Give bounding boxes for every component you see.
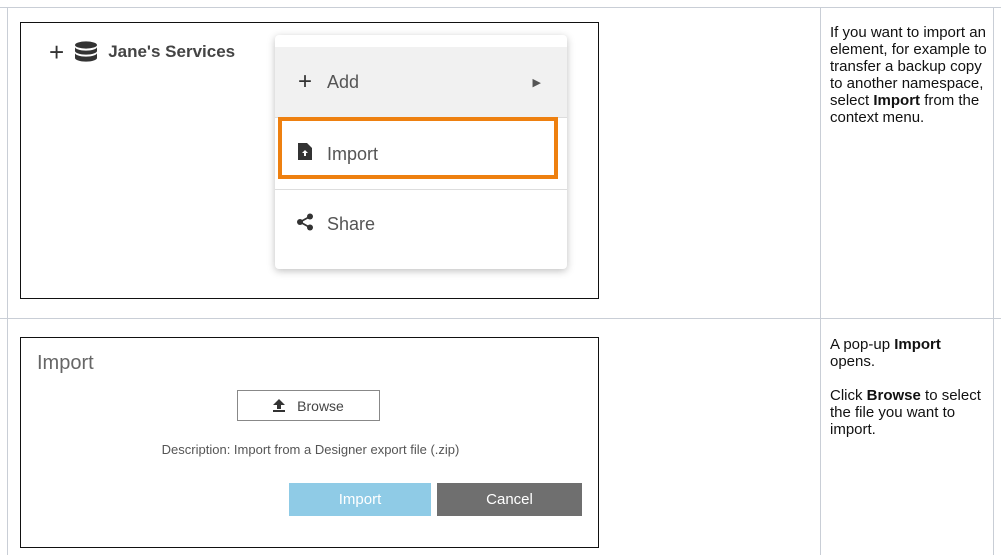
browse-label: Browse — [297, 397, 344, 414]
table-right-border — [993, 7, 994, 555]
upload-icon — [273, 399, 286, 412]
import-dialog-screenshot: Import Browse Description: Import from a… — [20, 337, 599, 548]
cancel-button[interactable]: Cancel — [437, 483, 582, 516]
table-left-border — [7, 7, 8, 555]
context-menu-screenshot: + Jane's Services + Add ▶ Import Share — [20, 22, 599, 299]
note-bold-browse: Browse — [866, 387, 921, 404]
menu-item-label: Share — [327, 213, 376, 234]
dialog-description: Description: Import from a Designer expo… — [161, 442, 460, 457]
note-bold-import: Import — [894, 336, 941, 353]
browse-button[interactable]: Browse — [237, 390, 380, 421]
note-bold-import: Import — [873, 92, 921, 109]
plus-icon: + — [297, 68, 312, 95]
table-top-border — [0, 7, 1001, 8]
tree-item-label: Jane's Services — [108, 42, 236, 61]
menu-item-share[interactable]: Share — [275, 189, 567, 259]
import-button[interactable]: Import — [289, 483, 431, 516]
note-text: Click — [830, 387, 867, 404]
chevron-right-icon: ▶ — [532, 76, 541, 89]
table-column-divider — [820, 7, 821, 555]
note-text: A pop-up — [830, 336, 895, 353]
share-icon — [295, 213, 315, 236]
menu-item-label: Add — [327, 71, 360, 92]
instruction-note-2: A pop-up Import opens. Click Browse to s… — [830, 336, 990, 455]
note-paragraph: Click Browse to select the file you want… — [830, 387, 990, 438]
note-paragraph: A pop-up Import opens. — [830, 336, 990, 370]
context-menu: + Add ▶ Import Share — [275, 35, 567, 269]
expand-plus-icon[interactable]: + — [49, 39, 64, 65]
table-row-divider — [0, 318, 1001, 319]
instruction-note-1: If you want to import an element, for ex… — [830, 24, 990, 126]
dialog-title: Import — [37, 352, 94, 374]
highlight-box — [278, 117, 558, 179]
note-text: opens. — [830, 353, 876, 370]
menu-item-add[interactable]: + Add ▶ — [275, 47, 567, 117]
database-icon — [75, 41, 98, 62]
tree-item[interactable]: + Jane's Services — [49, 39, 236, 65]
